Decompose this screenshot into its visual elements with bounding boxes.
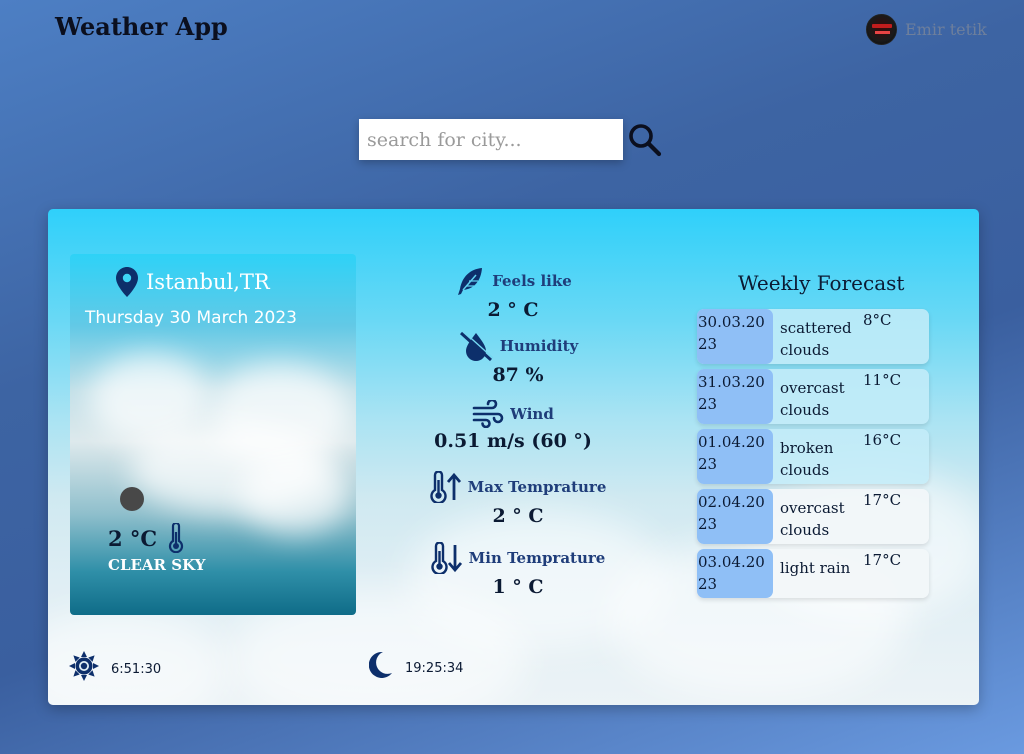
forecast-description: scattered clouds	[780, 319, 852, 359]
humidity-stat: Humidity 87 %	[433, 330, 603, 386]
weather-icon	[120, 487, 144, 511]
forecast-description: overcast clouds	[780, 379, 845, 419]
search-icon	[629, 123, 662, 156]
min-temperature-stat: Min Temprature 1 ° C	[428, 542, 608, 598]
sunrise-info: 6:51:30	[69, 651, 161, 681]
thermometer-up-icon	[429, 471, 461, 503]
humidity-value: 87 %	[492, 364, 544, 386]
forecast-row: 31.03.2023 overcast clouds 11°C	[697, 369, 929, 424]
weather-condition: CLEAR SKY	[108, 556, 206, 574]
forecast-date: 01.04.2023	[697, 429, 773, 484]
forecast-date: 02.04.2023	[697, 489, 773, 544]
search-input[interactable]	[359, 119, 623, 160]
forecast-temperature: 17°C	[863, 491, 902, 509]
sunset-time: 19:25:34	[405, 660, 464, 676]
thermometer-icon	[169, 523, 184, 553]
max-temperature-value: 2 ° C	[492, 505, 544, 527]
feels-like-label: Feels like	[492, 272, 572, 290]
forecast-date: 30.03.2023	[697, 309, 773, 364]
sunset-info: 19:25:34	[369, 651, 463, 679]
current-temperature: 2 °C	[108, 525, 158, 551]
user-name[interactable]: Emir tetik	[905, 20, 987, 39]
forecast-date: 03.04.2023	[697, 549, 773, 598]
search-button[interactable]	[627, 122, 663, 158]
city-header: Istanbul,TR	[116, 267, 270, 297]
current-weather-panel: Istanbul,TR Thursday 30 March 2023 2 °C …	[70, 254, 356, 615]
city-name: Istanbul,TR	[146, 270, 270, 294]
max-temperature-stat: Max Temprature 2 ° C	[428, 471, 608, 527]
humidity-label: Humidity	[499, 337, 579, 355]
feather-icon	[458, 268, 483, 295]
search-bar	[359, 119, 663, 160]
max-temperature-label: Max Temprature	[467, 478, 607, 496]
forecast-description: light rain	[780, 559, 851, 577]
wind-icon	[472, 400, 504, 428]
sun-icon	[69, 651, 99, 681]
humidity-off-icon	[459, 330, 494, 362]
forecast-temperature: 17°C	[863, 551, 902, 569]
app-title: Weather App	[55, 12, 228, 41]
forecast-description: broken clouds	[780, 439, 834, 479]
forecast-title: Weekly Forecast	[738, 271, 905, 295]
forecast-temperature: 11°C	[863, 371, 902, 389]
wind-value: 0.51 m/s (60 °)	[434, 430, 592, 452]
forecast-row: 30.03.2023 scattered clouds 8°C	[697, 309, 929, 364]
wind-stat: Wind 0.51 m/s (60 °)	[433, 400, 593, 452]
weather-card: Istanbul,TR Thursday 30 March 2023 2 °C …	[48, 209, 979, 705]
forecast-temperature: 8°C	[863, 311, 892, 329]
feels-like-value: 2 ° C	[487, 299, 539, 321]
wind-label: Wind	[510, 405, 554, 423]
current-temperature-row: 2 °C	[108, 523, 185, 553]
forecast-row: 02.04.2023 overcast clouds 17°C	[697, 489, 929, 544]
feels-like-stat: Feels like 2 ° C	[428, 265, 598, 321]
forecast-date: 31.03.2023	[697, 369, 773, 424]
forecast-row: 03.04.2023 light rain 17°C	[697, 549, 929, 598]
thermometer-down-icon	[431, 542, 462, 574]
current-date: Thursday 30 March 2023	[85, 308, 297, 328]
min-temperature-value: 1 ° C	[492, 576, 544, 598]
sunrise-time: 6:51:30	[111, 661, 162, 677]
forecast-temperature: 16°C	[863, 431, 902, 449]
forecast-row: 01.04.2023 broken clouds 16°C	[697, 429, 929, 484]
moon-icon	[369, 651, 392, 678]
forecast-description: overcast clouds	[780, 499, 845, 539]
avatar[interactable]	[866, 14, 897, 45]
location-pin-icon	[116, 267, 138, 297]
min-temperature-label: Min Temprature	[468, 549, 606, 567]
user-profile[interactable]: Emir tetik	[866, 14, 987, 45]
